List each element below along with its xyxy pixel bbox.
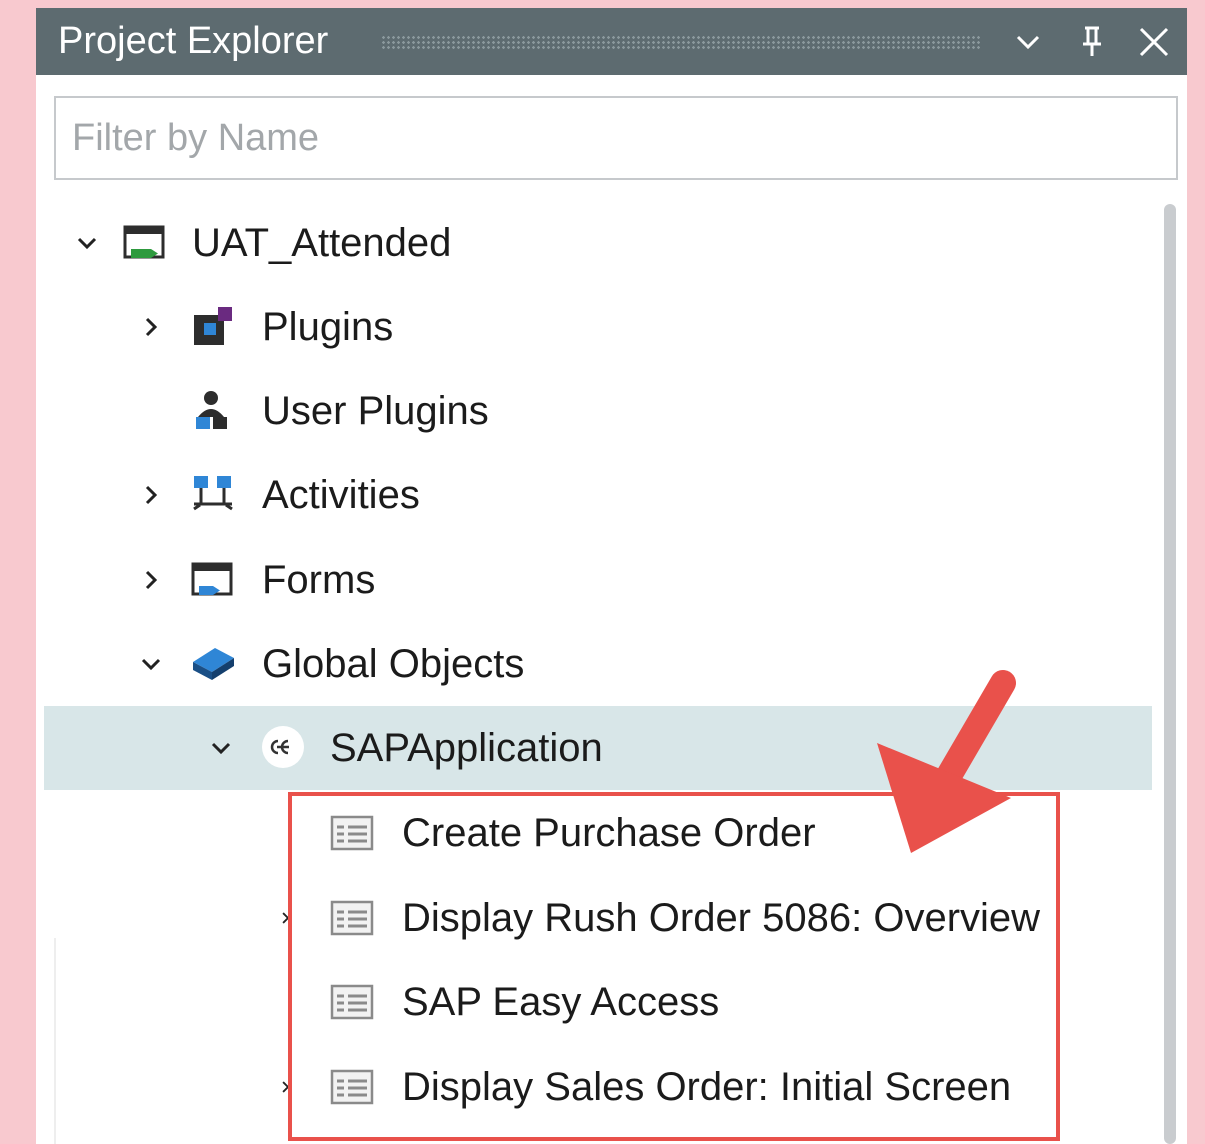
project-explorer-panel: Project Explorer UAT_Atten [36, 8, 1187, 1144]
annotation-arrow-icon [871, 663, 1031, 863]
chevron-down-icon[interactable] [138, 651, 164, 677]
sap-application-icon [260, 724, 306, 770]
tree-node-label: Forms [262, 558, 376, 602]
tree-node-label: User Plugins [262, 389, 489, 433]
panel-title-bar[interactable]: Project Explorer [36, 8, 1187, 75]
chevron-down-icon[interactable] [1008, 22, 1048, 62]
tree-node-uat-attended[interactable]: UAT_Attended [36, 201, 1136, 285]
global-objects-icon [190, 640, 236, 686]
tree-node-user-plugins[interactable]: User Plugins [36, 369, 1136, 453]
tree-node-label: Activities [262, 473, 420, 517]
chevron-down-icon[interactable] [208, 735, 234, 761]
tree-node-plugins[interactable]: Plugins [36, 285, 1136, 369]
tree-node-label: UAT_Attended [192, 221, 452, 265]
activities-icon [190, 471, 236, 517]
forms-icon [190, 556, 236, 602]
tree-node-label: Plugins [262, 305, 394, 349]
project-icon [122, 219, 168, 265]
tree-node-label: SAPApplication [330, 726, 603, 770]
chevron-right-icon[interactable] [138, 567, 164, 593]
drag-grip[interactable] [381, 35, 981, 49]
plugins-icon [190, 303, 236, 349]
tree-node-label: Global Objects [262, 642, 525, 686]
chevron-down-icon[interactable] [74, 230, 100, 256]
chevron-right-icon[interactable] [138, 482, 164, 508]
close-icon[interactable] [1134, 22, 1174, 62]
user-plugins-icon [190, 387, 236, 433]
chevron-right-icon[interactable] [138, 314, 164, 340]
tree-node-activities[interactable]: Activities [36, 453, 1136, 537]
pin-icon[interactable] [1072, 22, 1112, 62]
panel-title: Project Explorer [58, 20, 329, 62]
vertical-scrollbar[interactable] [1164, 204, 1176, 1144]
tree-node-forms[interactable]: Forms [36, 538, 1136, 622]
filter-input[interactable] [54, 96, 1178, 180]
